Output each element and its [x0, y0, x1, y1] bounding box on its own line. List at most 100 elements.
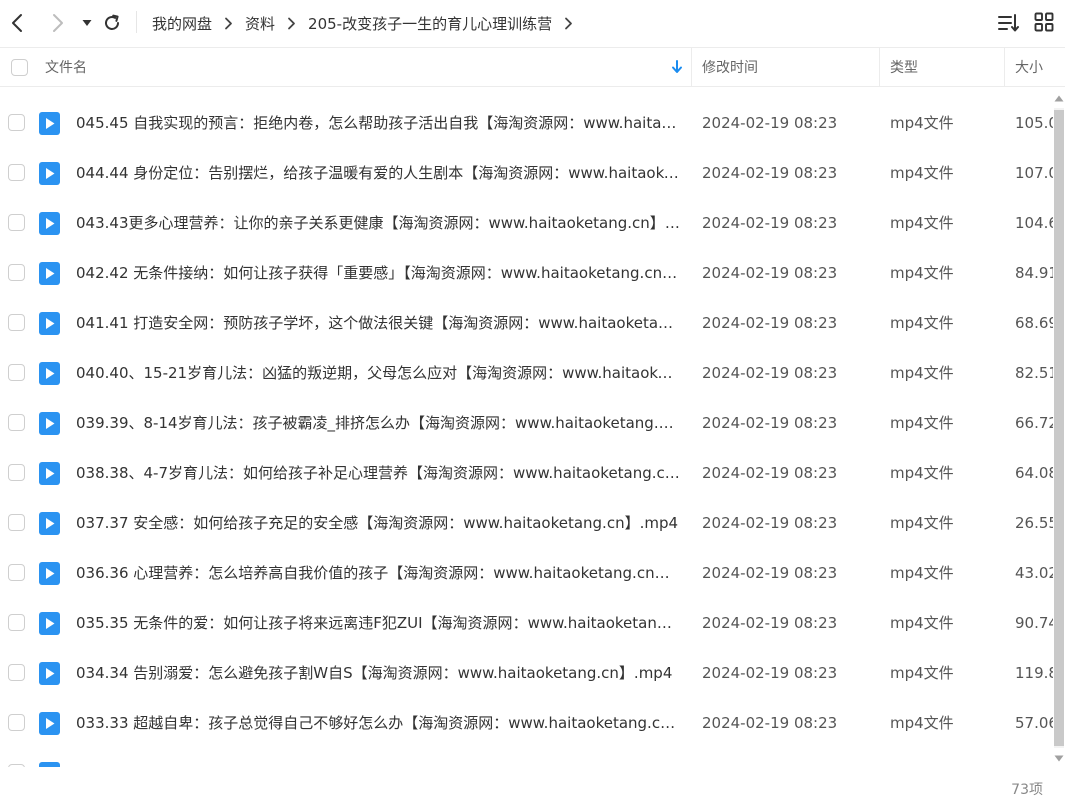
row-checkbox[interactable]	[8, 714, 25, 731]
view-toggle-button[interactable]	[1034, 12, 1054, 36]
breadcrumb-item-folder[interactable]: 资料	[245, 13, 275, 34]
column-divider[interactable]	[1004, 48, 1005, 86]
video-file-icon	[39, 712, 60, 735]
breadcrumb-item-root[interactable]: 我的网盘	[152, 13, 212, 34]
row-checkbox[interactable]	[8, 614, 25, 631]
file-modified: 2024-02-19 08:23	[702, 414, 838, 432]
scroll-up-arrow-icon[interactable]	[1053, 92, 1065, 104]
file-row[interactable]: 042.42 无条件接纳：如何让孩子获得「重要感」【海淘资源网：www.hait…	[0, 248, 1053, 298]
video-file-icon	[39, 162, 60, 185]
back-button[interactable]	[5, 9, 31, 37]
file-modified: 2024-02-19 08:23	[702, 614, 838, 632]
file-size	[1015, 748, 1053, 767]
file-type: mp4文件	[890, 214, 954, 232]
column-divider[interactable]	[691, 48, 692, 86]
file-name[interactable]: 042.42 无条件接纳：如何让孩子获得「重要感」【海淘资源网：www.hait…	[76, 248, 681, 298]
file-size: 64.08	[1015, 464, 1053, 482]
file-row[interactable]: 040.40、15-21岁育儿法：凶猛的叛逆期，父母怎么应对【海淘资源网：www…	[0, 348, 1053, 398]
file-size: 84.91	[1015, 264, 1053, 282]
chevron-left-icon	[12, 14, 22, 32]
file-size: 105.0	[1015, 114, 1053, 132]
row-checkbox[interactable]	[8, 164, 25, 181]
file-name[interactable]: 043.43更多心理营养：让你的亲子关系更健康【海淘资源网：www.haitao…	[76, 198, 681, 248]
sort-desc-icon[interactable]	[671, 48, 683, 86]
file-row[interactable]: 038.38、4-7岁育儿法：如何给孩子补足心理营养【海淘资源网：www.hai…	[0, 448, 1053, 498]
file-row[interactable]: 045.45 自我实现的预言：拒绝内卷，怎么帮助孩子活出自我【海淘资源网：www…	[0, 98, 1053, 148]
breadcrumb-item-current[interactable]: 205-改变孩子一生的育儿心理训练营	[308, 13, 552, 34]
file-modified: 2024-02-19 08:23	[702, 314, 838, 332]
breadcrumb-expand-icon[interactable]	[564, 17, 573, 30]
scrollbar-thumb[interactable]	[1054, 110, 1064, 746]
file-row[interactable]: 034.34 告别溺爱：怎么避免孩子割W自S【海淘资源网：www.haitaok…	[0, 648, 1053, 698]
file-size: 57.06	[1015, 714, 1053, 732]
forward-button[interactable]	[44, 9, 70, 37]
refresh-button[interactable]	[99, 9, 125, 37]
video-file-icon	[39, 112, 60, 135]
file-row[interactable]: 035.35 无条件的爱：如何让孩子将来远离违F犯ZUI【海淘资源网：www.h…	[0, 598, 1053, 648]
file-name[interactable]: 045.45 自我实现的预言：拒绝内卷，怎么帮助孩子活出自我【海淘资源网：www…	[76, 98, 681, 148]
file-type: mp4文件	[890, 164, 954, 182]
file-name[interactable]: 044.44 身份定位：告别摆烂，给孩子温暖有爱的人生剧本【海淘资源网：www.…	[76, 148, 681, 198]
row-checkbox[interactable]	[8, 114, 25, 131]
file-modified: 2024-02-19 08:23	[702, 514, 838, 532]
file-size: 107.0	[1015, 164, 1053, 182]
file-name[interactable]: 035.35 无条件的爱：如何让孩子将来远离违F犯ZUI【海淘资源网：www.h…	[76, 598, 681, 648]
video-file-icon	[39, 612, 60, 635]
file-name[interactable]: 040.40、15-21岁育儿法：凶猛的叛逆期，父母怎么应对【海淘资源网：www…	[76, 348, 681, 398]
row-checkbox[interactable]	[8, 564, 25, 581]
file-modified: 2024-02-19 08:23	[702, 664, 838, 682]
breadcrumb-separator-icon	[287, 17, 296, 30]
file-list: 045.45 自我实现的预言：拒绝内卷，怎么帮助孩子活出自我【海淘资源网：www…	[0, 87, 1065, 767]
file-row[interactable]: 043.43更多心理营养：让你的亲子关系更健康【海淘资源网：www.haitao…	[0, 198, 1053, 248]
file-size: 68.69	[1015, 314, 1053, 332]
column-divider[interactable]	[879, 48, 880, 86]
file-name[interactable]: 036.36 心理营养：怎么培养高自我价值的孩子【海淘资源网：www.haita…	[76, 548, 681, 598]
row-checkbox[interactable]	[8, 364, 25, 381]
file-name[interactable]: 037.37 安全感：如何给孩子充足的安全感【海淘资源网：www.haitaok…	[76, 498, 681, 548]
row-checkbox[interactable]	[8, 414, 25, 431]
file-row[interactable]: 033.33 超越自卑：孩子总觉得自己不够好怎么办【海淘资源网：www.hait…	[0, 698, 1053, 748]
file-name[interactable]: 038.38、4-7岁育儿法：如何给孩子补足心理营养【海淘资源网：www.hai…	[76, 448, 681, 498]
file-row[interactable]: 037.37 安全感：如何给孩子充足的安全感【海淘资源网：www.haitaok…	[0, 498, 1053, 548]
checkbox-box	[11, 58, 28, 76]
file-modified: 2024-02-19 08:23	[702, 714, 838, 732]
file-name[interactable]	[76, 748, 681, 767]
file-row[interactable]: 036.36 心理营养：怎么培养高自我价值的孩子【海淘资源网：www.haita…	[0, 548, 1053, 598]
row-checkbox[interactable]	[8, 214, 25, 231]
column-header-type[interactable]: 类型	[890, 48, 918, 86]
column-header-name[interactable]: 文件名	[45, 48, 87, 86]
file-name[interactable]: 033.33 超越自卑：孩子总觉得自己不够好怎么办【海淘资源网：www.hait…	[76, 698, 681, 748]
file-row[interactable]: 039.39、8-14岁育儿法：孩子被霸凌_排挤怎么办【海淘资源网：www.ha…	[0, 398, 1053, 448]
column-header-modified[interactable]: 修改时间	[702, 48, 758, 86]
row-checkbox[interactable]	[8, 314, 25, 331]
scroll-down-arrow-icon[interactable]	[1053, 752, 1065, 764]
row-checkbox[interactable]	[8, 464, 25, 481]
column-header: 文件名 修改时间 类型 大小	[0, 47, 1065, 87]
row-checkbox[interactable]	[8, 264, 25, 281]
file-row[interactable]: 041.41 打造安全网：预防孩子学坏，这个做法很关键【海淘资源网：www.ha…	[0, 298, 1053, 348]
file-type: mp4文件	[890, 714, 954, 732]
file-name[interactable]: 039.39、8-14岁育儿法：孩子被霸凌_排挤怎么办【海淘资源网：www.ha…	[76, 398, 681, 448]
column-header-size[interactable]: 大小	[1015, 48, 1043, 86]
file-type: mp4文件	[890, 364, 954, 382]
row-checkbox[interactable]	[8, 664, 25, 681]
video-file-icon	[39, 362, 60, 385]
file-name[interactable]: 041.41 打造安全网：预防孩子学坏，这个做法很关键【海淘资源网：www.ha…	[76, 298, 681, 348]
breadcrumb: 我的网盘 资料 205-改变孩子一生的育儿心理训练营	[152, 12, 585, 34]
file-type: mp4文件	[890, 564, 954, 582]
sort-button[interactable]	[998, 12, 1020, 36]
status-bar: 73项	[0, 767, 1065, 801]
chevron-right-icon	[53, 14, 63, 32]
file-type: mp4文件	[890, 514, 954, 532]
history-dropdown-button[interactable]	[74, 9, 100, 37]
file-row[interactable]: 044.44 身份定位：告别摆烂，给孩子温暖有爱的人生剧本【海淘资源网：www.…	[0, 148, 1053, 198]
video-file-icon	[39, 262, 60, 285]
file-modified: 2024-02-19 08:23	[702, 214, 838, 232]
file-size: 82.51	[1015, 364, 1053, 382]
select-all-checkbox[interactable]	[11, 48, 28, 86]
file-row[interactable]	[0, 748, 1053, 767]
grid-view-icon	[1034, 12, 1054, 32]
row-checkbox[interactable]	[8, 514, 25, 531]
file-name[interactable]: 034.34 告别溺爱：怎么避免孩子割W自S【海淘资源网：www.haitaok…	[76, 648, 681, 698]
vertical-scrollbar[interactable]	[1053, 92, 1065, 764]
